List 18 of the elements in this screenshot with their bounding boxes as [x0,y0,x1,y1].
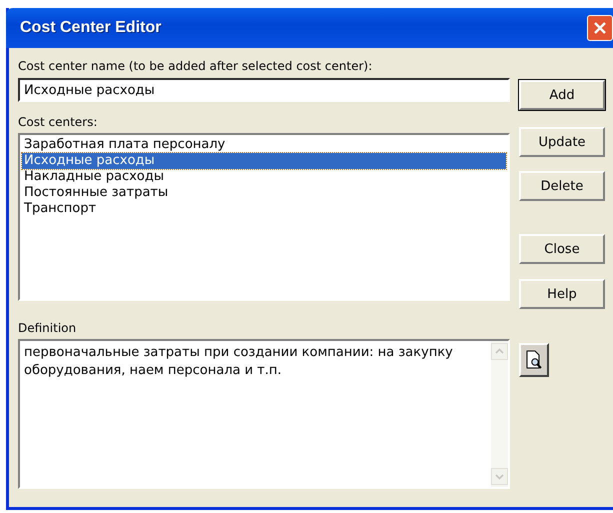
list-item[interactable]: Постоянные затраты [22,185,506,201]
definition-label: Definition [18,320,78,336]
list-item[interactable]: Транспорт [22,201,506,217]
dialog-button[interactable]: Help [519,279,605,309]
list-item[interactable]: Заработная плата персоналу [22,137,506,153]
list-item[interactable]: Накладные расходы [22,169,506,185]
dialog-button[interactable]: Update [519,127,605,157]
list-item[interactable]: Исходные расходы [22,153,506,169]
field-label: Cost center name (to be added after selected cost center): [18,58,374,74]
window-title: Cost Center Editor [19,19,162,37]
dialog-button[interactable]: Delete [519,171,605,201]
dialog-button[interactable]: Close [519,234,605,264]
list-label: Cost centers: [18,114,98,130]
definition-field[interactable]: первоначальные затраты при создании компании: на закупку оборудования, наем персонала и т.п. [18,339,510,489]
dialog-button[interactable]: Add [519,80,605,110]
name-field[interactable]: Исходные расходы [18,78,510,102]
definition-text: первоначальные затраты при создании компании: на закупку оборудования, наем персонала и т.п. [23,344,454,380]
cost-center-list[interactable]: Заработная плата персоналу Исходные расходы Накладные расходы Постоянные затраты Транспорт [18,133,510,301]
